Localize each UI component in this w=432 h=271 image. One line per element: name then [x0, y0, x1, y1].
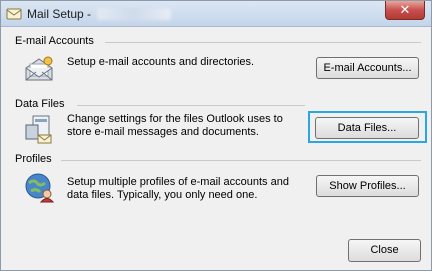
email-accounts-description: Setup e-mail accounts and directories. — [67, 56, 255, 68]
show-profiles-button[interactable]: Show Profiles... — [316, 175, 419, 197]
profiles-description-line1: Setup multiple profiles of e-mail accoun… — [67, 176, 289, 188]
data-files-heading: Data Files — [15, 98, 65, 110]
data-files-description-line2: store e-mail messages and documents. — [67, 126, 259, 138]
window-close-button[interactable]: ✕ — [385, 1, 425, 20]
profiles-heading: Profiles — [15, 153, 52, 165]
profiles-divider — [61, 160, 421, 161]
email-accounts-heading: E-mail Accounts — [15, 35, 94, 47]
close-button[interactable]: Close — [348, 239, 421, 262]
email-accounts-divider — [105, 42, 421, 43]
mail-setup-icon — [6, 8, 22, 20]
email-accounts-button[interactable]: E-mail Accounts... — [316, 57, 419, 79]
email-accounts-icon — [25, 56, 53, 81]
title-bar[interactable]: Mail Setup - ✕ — [1, 1, 431, 27]
mail-setup-dialog: Mail Setup - ✕ E-mail Accounts Setup e-m… — [0, 0, 432, 271]
profiles-icon — [25, 173, 55, 203]
data-files-button[interactable]: Data Files... — [315, 117, 419, 139]
window-title: Mail Setup - — [27, 7, 92, 21]
redacted-profile-name — [97, 8, 171, 20]
data-files-icon — [25, 115, 52, 144]
profiles-description-line2: data files. Typically, you only need one… — [67, 189, 258, 201]
data-files-description-line1: Change settings for the files Outlook us… — [67, 113, 283, 125]
data-files-divider — [77, 105, 305, 106]
close-icon: ✕ — [399, 2, 411, 17]
